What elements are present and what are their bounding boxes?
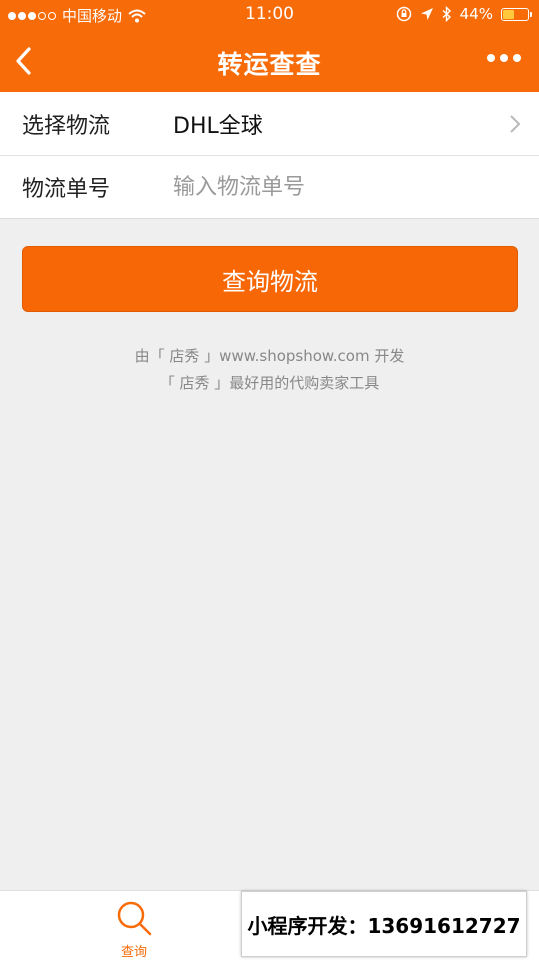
location-icon <box>420 8 433 20</box>
tracking-number-input[interactable] <box>173 167 513 207</box>
tracking-form: 选择物流 DHL全球 物流单号 <box>0 92 539 219</box>
battery-icon <box>501 7 532 21</box>
status-bar: 中国移动 11:00 44% <box>0 0 539 30</box>
orientation-lock-icon <box>396 6 411 22</box>
developer-credit: 由「 店秀 」www.shopshow.com 开发 <box>134 347 405 365</box>
battery-percent: 44% <box>459 5 493 23</box>
status-right: 44% <box>396 5 532 23</box>
tracking-number-label: 物流单号 <box>22 177 111 202</box>
page-title: 转运查查 <box>217 50 322 79</box>
more-options-icon[interactable] <box>487 54 521 62</box>
promo-text: 小程序开发：13691612727 <box>247 913 521 938</box>
tab-query[interactable]: 查询 <box>92 899 176 960</box>
logistics-value[interactable]: DHL全球 <box>173 108 263 140</box>
query-logistics-button[interactable]: 查询物流 <box>22 246 518 312</box>
promo-overlay: 小程序开发：13691612727 <box>241 891 527 957</box>
navigation-bar: 转运查查 <box>0 30 539 92</box>
app-screen: 中国移动 11:00 44% 转运查查 选择物流 DHL全球 物流单号 输入物流… <box>0 0 539 960</box>
logistics-label: 选择物流 <box>22 113 111 139</box>
tab-query-label: 查询 <box>120 945 147 960</box>
logistics-selector[interactable]: 选择物流 DHL全球 <box>0 92 539 155</box>
app-tagline: 「 店秀 」最好用的代购卖家工具 <box>159 374 380 392</box>
bluetooth-icon <box>442 6 451 22</box>
battery-level <box>503 9 514 19</box>
search-icon <box>117 901 152 936</box>
chevron-right-icon <box>510 115 521 133</box>
tracking-number-row: 物流单号 <box>0 155 539 218</box>
